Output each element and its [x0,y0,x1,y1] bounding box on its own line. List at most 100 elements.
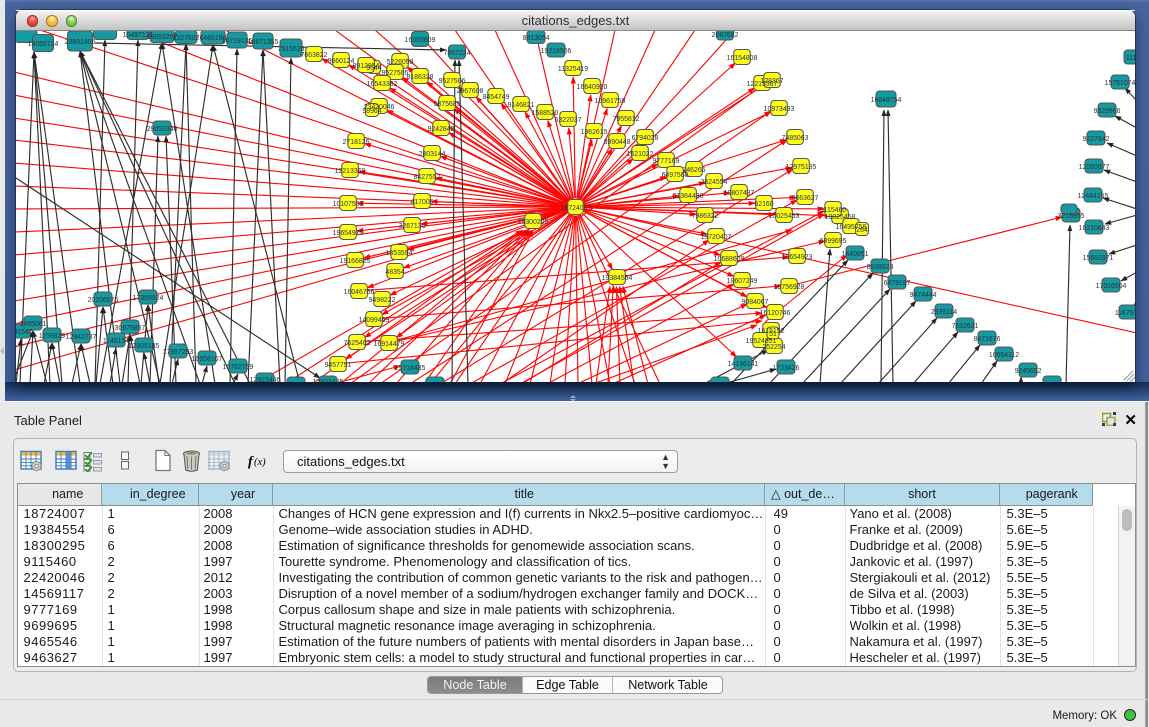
svg-text:11325419: 11325419 [558,66,588,73]
svg-text:1167535: 1167535 [1115,310,1135,317]
svg-text:2935114: 2935114 [931,309,957,316]
svg-text:2087682: 2087682 [712,32,739,39]
svg-text:14099459: 14099459 [359,317,390,324]
svg-text:5322037: 5322037 [555,117,582,124]
svg-text:14055724: 14055724 [28,41,59,48]
svg-text:48354: 48354 [385,269,404,276]
svg-text:12975135: 12975135 [786,164,817,171]
svg-text:10958107: 10958107 [192,356,223,363]
svg-text:17359924: 17359924 [133,295,164,302]
svg-text:12444155: 12444155 [1078,193,1109,200]
svg-text:16640910: 16640910 [577,84,608,91]
svg-text:6479197: 6479197 [884,280,911,287]
svg-text:15692971: 15692971 [1083,255,1114,262]
svg-text:3624554: 3624554 [701,179,728,186]
svg-text:3267130: 3267130 [399,223,426,230]
svg-text:12923445: 12923445 [313,379,344,382]
svg-text:7625402: 7625402 [344,340,371,347]
svg-text:10654112: 10654112 [989,352,1019,359]
svg-text:21364436: 21364436 [673,193,704,200]
svg-text:10688609: 10688609 [714,256,745,263]
svg-text:9474444: 9474444 [910,292,937,299]
svg-text:2718126: 2718126 [343,139,370,146]
svg-text:7632621: 7632621 [952,323,979,330]
svg-text:264: 264 [856,227,868,234]
svg-text:29053346: 29053346 [147,126,178,133]
svg-text:25300205: 25300205 [518,219,549,226]
svg-text:1327602: 1327602 [173,35,200,42]
svg-text:9146821: 9146821 [508,102,535,109]
svg-text:12093877: 12093877 [1079,164,1110,171]
svg-text:1362615: 1362615 [581,129,608,136]
svg-text:(x): (x) [254,457,266,468]
svg-text:8938923: 8938923 [867,264,894,271]
svg-text:16154808: 16154808 [727,55,758,62]
svg-text:1156829: 1156829 [39,333,65,340]
svg-text:9245652: 9245652 [1015,368,1042,375]
svg-text:9527506: 9527506 [439,78,466,85]
svg-text:9527505: 9527505 [382,70,409,77]
svg-text:9463627: 9463627 [792,195,819,202]
svg-text:7986322: 7986322 [692,213,719,220]
svg-text:9329966: 9329966 [1094,108,1121,115]
svg-text:9084067: 9084067 [742,299,769,306]
svg-text:8912954: 8912954 [353,63,380,70]
svg-text:19218506: 19218506 [541,48,572,55]
svg-text:20691406: 20691406 [65,39,96,46]
svg-text:16543382: 16543382 [367,81,398,88]
svg-text:7857224: 7857224 [444,50,471,57]
svg-text:16914479: 16914479 [374,341,405,348]
svg-text:391547: 391547 [16,329,33,336]
svg-text:9457751: 9457751 [325,362,352,369]
svg-text:7663822: 7663822 [301,52,328,59]
svg-text:19756928: 19756928 [774,284,805,291]
svg-text:8186328: 8186328 [407,74,434,81]
svg-text:9227342: 9227342 [1083,136,1110,143]
svg-text:17016504: 17016504 [1096,283,1127,290]
svg-text:8990448: 8990448 [604,139,631,146]
svg-text:12942737: 12942737 [66,334,97,341]
svg-text:12213369: 12213369 [335,168,366,175]
svg-text:16782759: 16782759 [223,364,254,371]
svg-text:6899695: 6899695 [820,238,847,245]
svg-text:10973493: 10973493 [764,106,795,113]
svg-text:2967608: 2967608 [457,88,484,95]
svg-text:19654975: 19654975 [333,230,364,237]
svg-text:8813054: 8813054 [523,35,550,42]
svg-text:16046766: 16046766 [344,289,375,296]
svg-text:15720407: 15720407 [701,234,732,241]
svg-text:62160: 62160 [754,201,773,208]
svg-text:1485061: 1485061 [20,321,47,328]
svg-text:10807487: 10807487 [724,190,755,197]
svg-text:8427552: 8427552 [414,174,441,181]
svg-text:19166825: 19166825 [340,258,371,265]
svg-text:8471676: 8471676 [974,336,1001,343]
svg-text:17957253: 17957253 [163,349,194,356]
svg-text:98964: 98964 [362,108,381,115]
svg-text:746266: 746266 [683,167,706,174]
svg-text:8660124: 8660124 [328,58,355,65]
svg-text:8454749: 8454749 [483,94,510,101]
svg-text:252254: 252254 [763,344,786,351]
svg-text:1353594: 1353594 [386,250,413,257]
svg-text:19654923: 19654923 [782,254,813,261]
svg-text:10025458: 10025458 [825,214,856,221]
svg-text:1440951: 1440951 [842,251,869,258]
svg-text:10025453: 10025453 [769,213,800,220]
svg-text:16055809: 16055809 [405,37,436,44]
svg-text:14136141: 14136141 [728,361,759,368]
svg-text:10671355: 10671355 [248,39,279,46]
svg-text:2803144: 2803144 [419,151,446,158]
svg-text:16210643: 16210643 [1079,225,1110,232]
svg-text:9498222: 9498222 [369,297,396,304]
svg-text:1621022: 1621022 [627,151,654,158]
svg-text:19384554: 19384554 [602,275,633,282]
svg-text:1588520: 1588520 [532,110,559,117]
svg-text:3215955: 3215955 [1058,213,1085,220]
svg-text:128367: 128367 [761,78,784,85]
svg-text:5875685: 5875685 [434,101,461,108]
svg-text:7485063: 7485063 [782,135,809,142]
svg-text:6794028: 6794028 [632,135,659,142]
svg-text:16120746: 16120746 [760,310,791,317]
svg-text:12923446: 12923446 [250,377,281,382]
